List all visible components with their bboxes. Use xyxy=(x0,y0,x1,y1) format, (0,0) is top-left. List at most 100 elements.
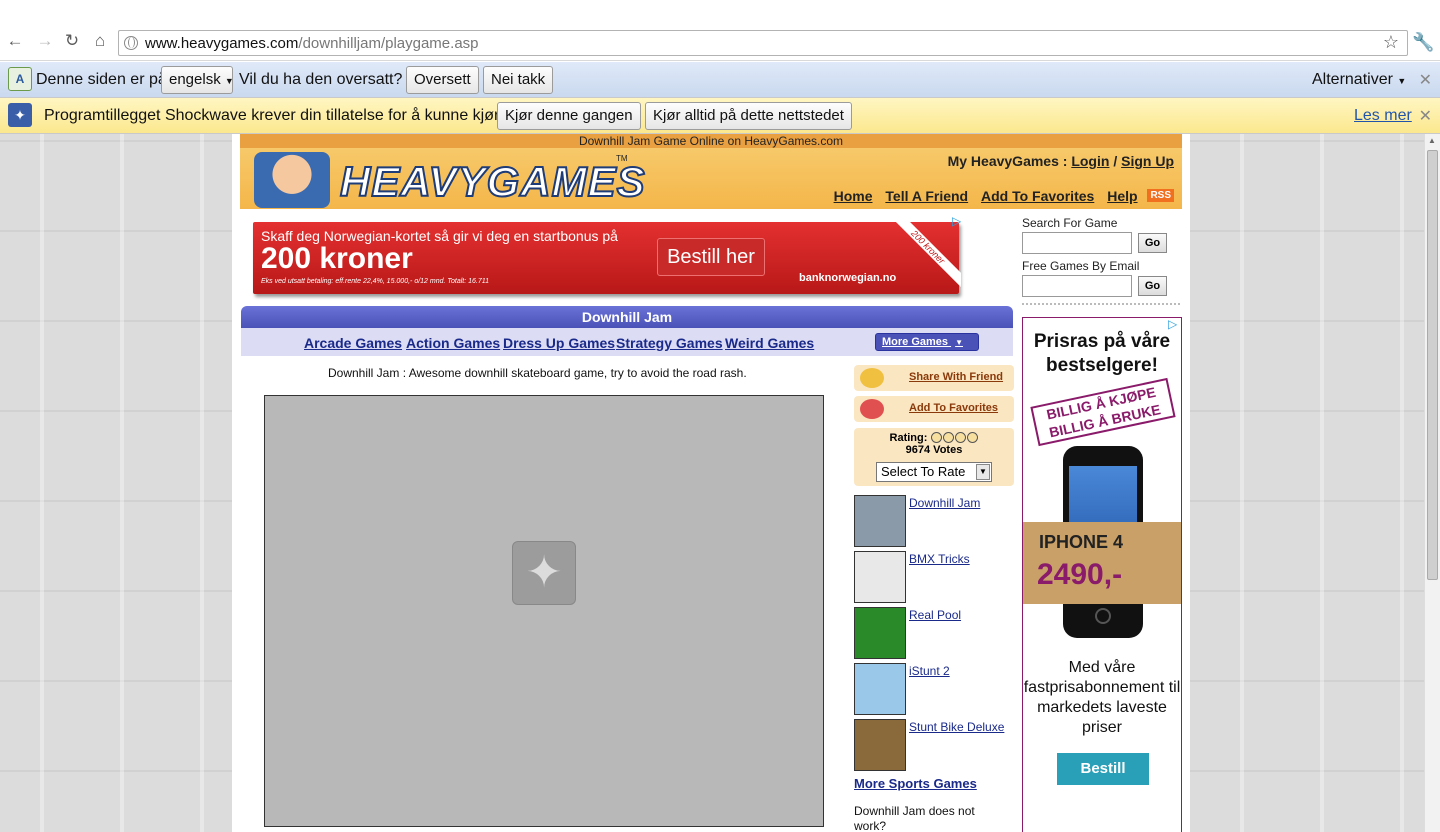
reload-icon[interactable]: ↻ xyxy=(61,30,83,52)
decline-translate-button[interactable]: Nei takk xyxy=(483,66,554,94)
nav-tell-a-friend[interactable]: Tell A Friend xyxy=(885,188,968,204)
related-game-link[interactable]: iStunt 2 xyxy=(909,664,950,678)
share-with-friend[interactable]: Share With Friend xyxy=(854,365,1014,391)
smiley-icon xyxy=(943,432,955,443)
game-thumbnail[interactable] xyxy=(854,495,906,547)
related-game-link[interactable]: Real Pool xyxy=(909,608,961,622)
home-icon[interactable]: ⌂ xyxy=(89,30,111,52)
ad-tag: BILLIG Å KJØPE BILLIG Å BRUKE xyxy=(1030,377,1176,447)
related-game-link[interactable]: Downhill Jam xyxy=(909,496,980,510)
mascot-icon xyxy=(254,152,330,208)
game-plugin-area[interactable]: ✦ xyxy=(264,395,824,827)
banner-order-button[interactable]: Bestill her xyxy=(657,238,765,276)
smiley-icon xyxy=(967,432,979,443)
star-icon[interactable]: ☆ xyxy=(1383,32,1399,53)
smiley-icon xyxy=(931,432,943,443)
logo-text: HEAVYGAMES xyxy=(339,157,646,206)
favorites-label: Add To Favorites xyxy=(909,402,999,414)
category-arcade[interactable]: Arcade Games xyxy=(304,335,402,351)
banner-ad[interactable]: Skaff deg Norwegian-kortet så gir vi deg… xyxy=(253,222,961,294)
votes-count: 9674 Votes xyxy=(905,444,963,456)
page-background: Downhill Jam Game Online on HeavyGames.c… xyxy=(0,134,1424,832)
adchoices-icon[interactable]: ▷ xyxy=(1168,317,1177,331)
ribbon-text: 200 kroner xyxy=(891,222,961,290)
banner-ribbon: 200 kroner xyxy=(891,222,961,292)
ad-body: Med våre fastprisabonnement til markedet… xyxy=(1023,659,1181,736)
game-thumbnail[interactable] xyxy=(854,719,906,771)
language-label: engelsk xyxy=(169,71,221,88)
vertical-scrollbar[interactable]: ▲ xyxy=(1424,134,1440,832)
account-links: My HeavyGames : Login / Sign Up xyxy=(948,153,1174,169)
category-action[interactable]: Action Games xyxy=(406,335,500,351)
translate-button[interactable]: Oversett xyxy=(406,66,479,94)
more-sports-link[interactable]: More Sports Games xyxy=(854,776,977,791)
more-games-label: More Games xyxy=(882,336,949,348)
signup-link[interactable]: Sign Up xyxy=(1121,153,1174,169)
login-link[interactable]: Login xyxy=(1071,153,1109,169)
related-game-link[interactable]: BMX Tricks xyxy=(909,552,970,566)
rate-select[interactable]: Select To Rate ▼ xyxy=(876,462,992,482)
game-title: Downhill Jam xyxy=(241,306,1013,328)
nav-add-to-favorites[interactable]: Add To Favorites xyxy=(981,188,1094,204)
forward-icon[interactable]: → xyxy=(34,30,56,52)
rating-label: Rating: xyxy=(889,432,928,444)
nav-home[interactable]: Home xyxy=(834,188,873,204)
search-go-button[interactable]: Go xyxy=(1138,233,1167,253)
translate-icon: A xyxy=(8,67,32,91)
ad-price: 2490,- xyxy=(1037,558,1123,591)
address-bar[interactable]: www.heavygames.com/downhilljam/playgame.… xyxy=(118,30,1408,56)
banner-small-print: Eks ved utsatt betaling: eff.rente 22,4%… xyxy=(261,278,490,285)
site-container: Downhill Jam Game Online on HeavyGames.c… xyxy=(232,134,1190,832)
translate-question: Vil du ha den oversatt? xyxy=(239,71,403,88)
more-games-button[interactable]: More Games ▼ xyxy=(875,333,979,351)
close-icon[interactable]: ✕ xyxy=(1419,106,1432,126)
translate-prefix: Denne siden er på xyxy=(36,71,167,88)
trademark: TM xyxy=(616,154,628,163)
not-work-text: Downhill Jam does not work? xyxy=(854,804,975,832)
scroll-thumb[interactable] xyxy=(1427,150,1438,580)
category-dress-up[interactable]: Dress Up Games xyxy=(503,335,615,351)
right-ad[interactable]: Prisras på våre bestselgere! BILLIG Å KJ… xyxy=(1022,317,1182,832)
email-input[interactable] xyxy=(1022,275,1132,297)
search-input[interactable] xyxy=(1022,232,1132,254)
ad-headline: Prisras på våre bestselgere! xyxy=(1033,331,1171,376)
email-label: Free Games By Email xyxy=(1022,259,1140,273)
plugin-message: Programtillegget Shockwave krever din ti… xyxy=(44,107,513,124)
translate-options[interactable]: Alternativer ▼ xyxy=(1312,71,1406,89)
chevron-down-icon: ▼ xyxy=(1397,76,1407,86)
run-always-button[interactable]: Kjør alltid på dette nettstedet xyxy=(645,102,852,130)
add-to-favorites[interactable]: Add To Favorites xyxy=(854,396,1014,422)
home-button-icon xyxy=(1095,608,1111,624)
banner-brand: banknorwegian.no xyxy=(799,272,897,284)
back-icon[interactable]: ← xyxy=(4,30,26,52)
scroll-up-icon[interactable]: ▲ xyxy=(1428,136,1436,145)
wrench-icon[interactable]: 🔧 xyxy=(1412,32,1434,53)
email-go-button[interactable]: Go xyxy=(1138,276,1167,296)
email-row: Go xyxy=(1022,275,1182,302)
url-host: www.heavygames.com xyxy=(145,35,299,52)
plugin-puzzle-icon[interactable]: ✦ xyxy=(512,541,576,605)
puzzle-icon: ✦ xyxy=(8,103,32,127)
language-select[interactable]: engelsk ▼ xyxy=(161,66,234,94)
game-thumbnail[interactable] xyxy=(854,663,906,715)
header-tagline: Downhill Jam Game Online on HeavyGames.c… xyxy=(240,134,1182,148)
site-logo[interactable]: HEAVYGAMES TM xyxy=(244,150,646,208)
game-thumbnail[interactable] xyxy=(854,607,906,659)
adchoices-icon[interactable]: ▷ xyxy=(952,214,961,228)
category-weird[interactable]: Weird Games xyxy=(725,335,814,351)
nav-help[interactable]: Help xyxy=(1107,188,1137,204)
separator: / xyxy=(1113,153,1118,169)
rss-icon[interactable]: RSS xyxy=(1147,189,1174,202)
run-once-button[interactable]: Kjør denne gangen xyxy=(497,102,641,130)
plugin-infobar: ✦ Programtillegget Shockwave krever din … xyxy=(0,98,1440,134)
close-icon[interactable]: ✕ xyxy=(1419,70,1432,90)
search-row: Go xyxy=(1022,232,1182,259)
game-description: Downhill Jam : Awesome downhill skateboa… xyxy=(328,366,747,380)
game-thumbnail[interactable] xyxy=(854,551,906,603)
learn-more-link[interactable]: Les mer xyxy=(1354,107,1412,125)
category-strategy[interactable]: Strategy Games xyxy=(616,335,723,351)
heart-icon xyxy=(860,399,884,419)
related-game-link[interactable]: Stunt Bike Deluxe xyxy=(909,720,1004,734)
search-panel: Search For Game Go Free Games By Email G… xyxy=(1022,216,1182,302)
ad-order-button[interactable]: Bestill xyxy=(1057,753,1149,785)
